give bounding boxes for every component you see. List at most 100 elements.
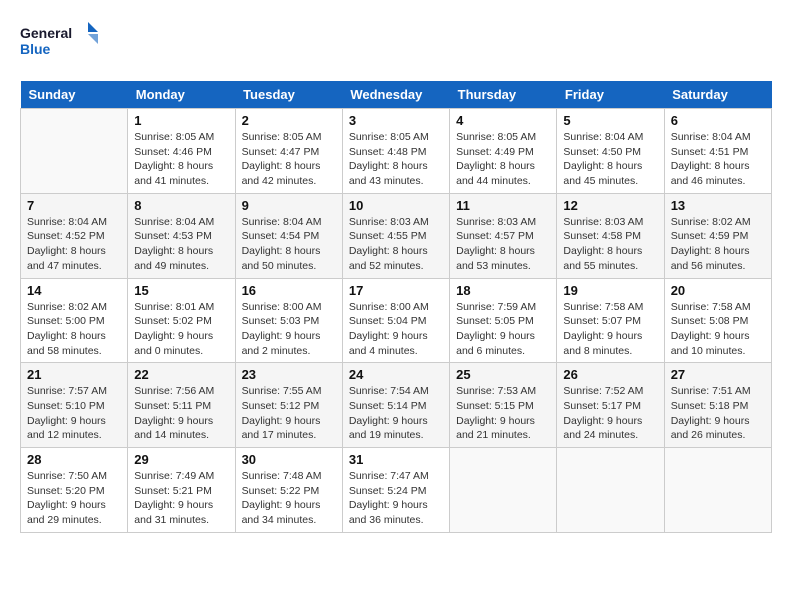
day-cell: 18 Sunrise: 7:59 AMSunset: 5:05 PMDayligh… [450, 278, 557, 363]
day-cell: 31Sunrise: 7:47 AMSunset: 5:24 PMDayligh… [342, 448, 449, 533]
day-cell: 24 Sunrise: 7:54 AMSunset: 5:14 PMDayligh… [342, 363, 449, 448]
day-number: 28 [27, 452, 121, 467]
day-cell: 13 Sunrise: 8:02 AMSunset: 4:59 PMDayligh… [664, 193, 771, 278]
day-info: Sunrise: 7:54 AMSunset: 5:14 PMDaylight:… [349, 384, 443, 443]
day-cell: 15Sunrise: 8:01 AMSunset: 5:02 PMDayligh… [128, 278, 235, 363]
day-number: 5 [563, 113, 657, 128]
day-info: Sunrise: 8:01 AMSunset: 5:02 PMDaylight:… [134, 300, 228, 359]
day-number: 17 [349, 283, 443, 298]
day-cell [664, 448, 771, 533]
day-info: Sunrise: 8:02 AMSunset: 4:59 PMDaylight:… [671, 215, 765, 274]
day-cell: 30 Sunrise: 7:48 AMSunset: 5:22 PMDayligh… [235, 448, 342, 533]
day-number: 12 [563, 198, 657, 213]
logo-svg: General Blue [20, 20, 100, 65]
day-info: Sunrise: 7:51 AMSunset: 5:18 PMDaylight:… [671, 384, 765, 443]
weekday-header-thursday: Thursday [450, 81, 557, 109]
weekday-header-saturday: Saturday [664, 81, 771, 109]
week-row-5: 28Sunrise: 7:50 AMSunset: 5:20 PMDayligh… [21, 448, 772, 533]
day-cell: 22 Sunrise: 7:56 AMSunset: 5:11 PMDayligh… [128, 363, 235, 448]
day-info: Sunrise: 7:49 AMSunset: 5:21 PMDaylight:… [134, 469, 228, 528]
weekday-header-sunday: Sunday [21, 81, 128, 109]
weekday-header-row: SundayMondayTuesdayWednesdayThursdayFrid… [21, 81, 772, 109]
day-cell: 2 Sunrise: 8:05 AMSunset: 4:47 PMDaylight… [235, 109, 342, 194]
day-info: Sunrise: 8:05 AMSunset: 4:48 PMDaylight:… [349, 130, 443, 189]
day-cell: 20 Sunrise: 7:58 AMSunset: 5:08 PMDayligh… [664, 278, 771, 363]
day-number: 16 [242, 283, 336, 298]
day-cell: 8 Sunrise: 8:04 AMSunset: 4:53 PMDaylight… [128, 193, 235, 278]
day-info: Sunrise: 7:53 AMSunset: 5:15 PMDaylight:… [456, 384, 550, 443]
day-number: 24 [349, 367, 443, 382]
day-number: 9 [242, 198, 336, 213]
day-number: 13 [671, 198, 765, 213]
day-number: 14 [27, 283, 121, 298]
day-number: 2 [242, 113, 336, 128]
day-info: Sunrise: 7:48 AMSunset: 5:22 PMDaylight:… [242, 469, 336, 528]
day-number: 29 [134, 452, 228, 467]
week-row-4: 21Sunrise: 7:57 AMSunset: 5:10 PMDayligh… [21, 363, 772, 448]
day-number: 22 [134, 367, 228, 382]
day-info: Sunrise: 8:05 AMSunset: 4:47 PMDaylight:… [242, 130, 336, 189]
day-cell: 16 Sunrise: 8:00 AMSunset: 5:03 PMDayligh… [235, 278, 342, 363]
day-cell: 10 Sunrise: 8:03 AMSunset: 4:55 PMDayligh… [342, 193, 449, 278]
day-info: Sunrise: 8:00 AMSunset: 5:03 PMDaylight:… [242, 300, 336, 359]
day-cell: 11Sunrise: 8:03 AMSunset: 4:57 PMDayligh… [450, 193, 557, 278]
day-cell: 25 Sunrise: 7:53 AMSunset: 5:15 PMDayligh… [450, 363, 557, 448]
day-number: 4 [456, 113, 550, 128]
day-info: Sunrise: 7:55 AMSunset: 5:12 PMDaylight:… [242, 384, 336, 443]
day-cell: 12 Sunrise: 8:03 AMSunset: 4:58 PMDayligh… [557, 193, 664, 278]
day-number: 30 [242, 452, 336, 467]
day-info: Sunrise: 7:58 AMSunset: 5:08 PMDaylight:… [671, 300, 765, 359]
day-info: Sunrise: 7:59 AMSunset: 5:05 PMDaylight:… [456, 300, 550, 359]
day-number: 27 [671, 367, 765, 382]
weekday-header-monday: Monday [128, 81, 235, 109]
day-number: 25 [456, 367, 550, 382]
day-cell: 3 Sunrise: 8:05 AMSunset: 4:48 PMDaylight… [342, 109, 449, 194]
calendar-table: SundayMondayTuesdayWednesdayThursdayFrid… [20, 81, 772, 533]
day-cell [21, 109, 128, 194]
day-info: Sunrise: 7:57 AMSunset: 5:10 PMDaylight:… [27, 384, 121, 443]
day-info: Sunrise: 8:04 AMSunset: 4:50 PMDaylight:… [563, 130, 657, 189]
day-cell: 17 Sunrise: 8:00 AMSunset: 5:04 PMDayligh… [342, 278, 449, 363]
day-info: Sunrise: 8:03 AMSunset: 4:58 PMDaylight:… [563, 215, 657, 274]
weekday-header-tuesday: Tuesday [235, 81, 342, 109]
day-info: Sunrise: 8:04 AMSunset: 4:54 PMDaylight:… [242, 215, 336, 274]
day-number: 26 [563, 367, 657, 382]
day-number: 1 [134, 113, 228, 128]
day-cell: 21Sunrise: 7:57 AMSunset: 5:10 PMDayligh… [21, 363, 128, 448]
week-row-1: 1 Sunrise: 8:05 AMSunset: 4:46 PMDaylight… [21, 109, 772, 194]
svg-text:General: General [20, 25, 72, 41]
day-info: Sunrise: 8:04 AMSunset: 4:52 PMDaylight:… [27, 215, 121, 274]
weekday-header-friday: Friday [557, 81, 664, 109]
day-number: 18 [456, 283, 550, 298]
logo: General Blue [20, 20, 100, 65]
day-number: 10 [349, 198, 443, 213]
week-row-2: 7 Sunrise: 8:04 AMSunset: 4:52 PMDaylight… [21, 193, 772, 278]
day-cell: 28Sunrise: 7:50 AMSunset: 5:20 PMDayligh… [21, 448, 128, 533]
day-number: 20 [671, 283, 765, 298]
day-info: Sunrise: 8:04 AMSunset: 4:53 PMDaylight:… [134, 215, 228, 274]
day-cell: 9 Sunrise: 8:04 AMSunset: 4:54 PMDaylight… [235, 193, 342, 278]
day-info: Sunrise: 7:56 AMSunset: 5:11 PMDaylight:… [134, 384, 228, 443]
day-number: 8 [134, 198, 228, 213]
day-info: Sunrise: 8:05 AMSunset: 4:46 PMDaylight:… [134, 130, 228, 189]
day-cell: 29 Sunrise: 7:49 AMSunset: 5:21 PMDayligh… [128, 448, 235, 533]
day-cell: 1 Sunrise: 8:05 AMSunset: 4:46 PMDaylight… [128, 109, 235, 194]
day-number: 6 [671, 113, 765, 128]
day-cell: 19Sunrise: 7:58 AMSunset: 5:07 PMDayligh… [557, 278, 664, 363]
svg-text:Blue: Blue [20, 41, 51, 57]
day-info: Sunrise: 8:00 AMSunset: 5:04 PMDaylight:… [349, 300, 443, 359]
day-info: Sunrise: 8:03 AMSunset: 4:55 PMDaylight:… [349, 215, 443, 274]
day-number: 7 [27, 198, 121, 213]
day-cell: 4 Sunrise: 8:05 AMSunset: 4:49 PMDaylight… [450, 109, 557, 194]
day-number: 3 [349, 113, 443, 128]
day-number: 31 [349, 452, 443, 467]
day-number: 19 [563, 283, 657, 298]
calendar-body: 1 Sunrise: 8:05 AMSunset: 4:46 PMDaylight… [21, 109, 772, 533]
day-cell: 5 Sunrise: 8:04 AMSunset: 4:50 PMDaylight… [557, 109, 664, 194]
day-number: 11 [456, 198, 550, 213]
week-row-3: 14 Sunrise: 8:02 AMSunset: 5:00 PMDayligh… [21, 278, 772, 363]
day-info: Sunrise: 8:05 AMSunset: 4:49 PMDaylight:… [456, 130, 550, 189]
day-cell: 23Sunrise: 7:55 AMSunset: 5:12 PMDayligh… [235, 363, 342, 448]
day-cell: 26Sunrise: 7:52 AMSunset: 5:17 PMDayligh… [557, 363, 664, 448]
day-info: Sunrise: 8:02 AMSunset: 5:00 PMDaylight:… [27, 300, 121, 359]
